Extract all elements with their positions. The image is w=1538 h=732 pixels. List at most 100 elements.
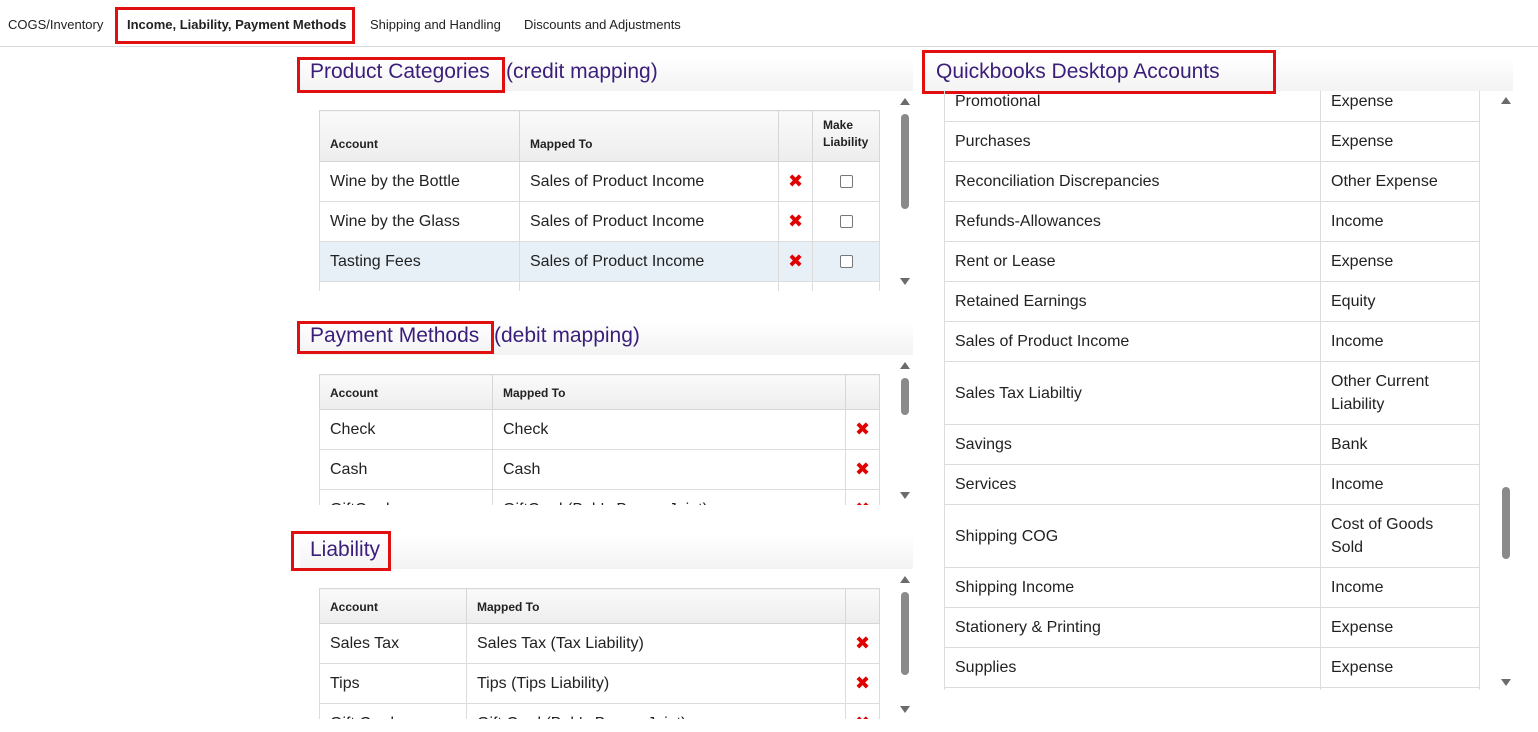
table-row[interactable]: Supplies Expense [944,647,1480,688]
account-type-cell: Income [1320,201,1480,242]
column-header-remove [778,110,813,162]
scroll-up-icon[interactable] [900,576,910,583]
tab-income-liability-payment-methods[interactable]: Income, Liability, Payment Methods [127,0,346,46]
table-row[interactable]: Check Check ✖ [319,409,880,450]
table-row[interactable]: Shipping COG Cost of Goods Sold [944,504,1480,568]
account-type-cell: Expense [1320,607,1480,648]
table-row[interactable] [944,687,1480,690]
column-header-account[interactable]: Account [319,374,493,410]
remove-icon[interactable]: ✖ [855,673,870,693]
table-row[interactable]: Services Income [944,464,1480,505]
table-row[interactable]: Tasting Fees Sales of Product Income ✖ [319,241,880,282]
account-name-cell: Promotional [944,91,1321,122]
column-header-mapped-to[interactable]: Mapped To [492,374,846,410]
product-categories-header: Product Categories (credit mapping) [300,57,913,91]
tab-discounts-and-adjustments[interactable]: Discounts and Adjustments [524,0,681,46]
account-type-cell: Income [1320,464,1480,505]
table-row[interactable]: Stationery & Printing Expense [944,607,1480,648]
mapped-to-cell[interactable]: Check [492,409,846,450]
qb-accounts-header: Quickbooks Desktop Accounts [925,57,1513,91]
remove-icon[interactable]: ✖ [855,499,870,506]
scroll-up-icon[interactable] [900,98,910,105]
scroll-thumb[interactable] [901,378,909,415]
remove-icon[interactable]: ✖ [788,211,803,231]
scroll-thumb[interactable] [901,592,909,675]
table-row[interactable] [319,281,880,291]
table-row[interactable]: Reconciliation Discrepancies Other Expens… [944,161,1480,202]
table-header-row: Account Mapped To Make Liability [319,110,880,162]
product-categories-title: Product Categories [310,60,490,83]
column-header-account[interactable]: Account [319,110,520,162]
table-header-row: Account Mapped To [319,374,880,410]
table-row[interactable]: Wine by the Bottle Sales of Product Inco… [319,161,880,202]
column-header-account[interactable]: Account [319,588,467,624]
account-type-cell: Other Current Liability [1320,361,1480,425]
payment-methods-scrollbar[interactable] [899,362,911,499]
qb-accounts-title: Quickbooks Desktop Accounts [936,60,1220,83]
mapped-to-cell[interactable]: Sales of Product Income [519,161,779,202]
tab-shipping-and-handling[interactable]: Shipping and Handling [370,0,501,46]
column-header-make-liability[interactable]: Make Liability [812,110,880,162]
liability-pane: Account Mapped To Sales Tax Sales Tax (T… [319,588,880,719]
table-row[interactable]: Cash Cash ✖ [319,449,880,490]
account-cell: Gift Card [319,703,467,719]
remove-icon[interactable]: ✖ [855,419,870,439]
product-categories-scrollbar[interactable] [899,98,911,285]
table-row[interactable]: Gift Card Gift Card (Bob's Burger Joint)… [319,703,880,720]
make-liability-checkbox[interactable] [839,254,853,268]
table-row[interactable]: Sales of Product Income Income [944,321,1480,362]
remove-icon[interactable]: ✖ [788,251,803,271]
mapped-to-cell[interactable]: Gift Card (Bob's Burger Joint) [466,703,846,719]
remove-icon[interactable]: ✖ [855,633,870,653]
mapped-to-cell[interactable]: Sales of Product Income [519,241,779,282]
account-type-cell: Expense [1320,91,1480,122]
scroll-down-icon[interactable] [900,706,910,713]
account-cell: Cash [319,449,493,490]
account-name-cell: Supplies [944,647,1321,688]
qb-accounts-scrollbar[interactable] [1500,97,1512,686]
table-row[interactable]: Shipping Income Income [944,567,1480,608]
make-liability-checkbox[interactable] [839,214,853,228]
column-header-mapped-to[interactable]: Mapped To [466,588,846,624]
column-header-mapped-to[interactable]: Mapped To [519,110,779,162]
mapped-to-cell[interactable]: Sales of Product Income [519,201,779,242]
account-name-cell: Shipping Income [944,567,1321,608]
table-row[interactable]: GiftCard GiftCard (Bob's Burger Joint) ✖ [319,489,880,506]
account-cell: Tips [319,663,467,704]
table-header-row: Account Mapped To [319,588,880,624]
scroll-thumb[interactable] [901,114,909,209]
mapped-to-cell[interactable]: GiftCard (Bob's Burger Joint) [492,489,846,505]
scroll-down-icon[interactable] [900,492,910,499]
account-type-cell: Bank [1320,424,1480,465]
make-liability-checkbox[interactable] [839,174,853,188]
mapped-to-cell[interactable]: Tips (Tips Liability) [466,663,846,704]
table-row[interactable]: Purchases Expense [944,121,1480,162]
table-row[interactable]: Sales Tax Liabiltiy Other Current Liabili… [944,361,1480,425]
payment-methods-pane: Account Mapped To Check Check ✖ Cash Cas… [319,374,880,505]
table-row[interactable]: Sales Tax Sales Tax (Tax Liability) ✖ [319,623,880,664]
table-row[interactable]: Savings Bank [944,424,1480,465]
tab-cogs-inventory[interactable]: COGS/Inventory [8,0,103,46]
scroll-up-icon[interactable] [1501,97,1511,104]
table-row[interactable]: Refunds-Allowances Income [944,201,1480,242]
remove-icon[interactable]: ✖ [788,171,803,191]
scroll-up-icon[interactable] [900,362,910,369]
scroll-thumb[interactable] [1502,487,1510,559]
table-row[interactable]: Retained Earnings Equity [944,281,1480,322]
scroll-down-icon[interactable] [1501,679,1511,686]
mapped-to-cell[interactable]: Sales Tax (Tax Liability) [466,623,846,664]
remove-icon[interactable]: ✖ [855,459,870,479]
mapped-to-cell[interactable]: Cash [492,449,846,490]
account-cell: Tasting Fees [319,241,520,282]
remove-icon[interactable]: ✖ [855,713,870,720]
account-name-cell: Rent or Lease [944,241,1321,282]
table-row[interactable]: Tips Tips (Tips Liability) ✖ [319,663,880,704]
table-row[interactable]: Wine by the Glass Sales of Product Incom… [319,201,880,242]
account-type-cell: Expense [1320,647,1480,688]
account-name-cell: Sales of Product Income [944,321,1321,362]
table-row[interactable]: Promotional Expense [944,91,1480,122]
liability-scrollbar[interactable] [899,576,911,713]
scroll-down-icon[interactable] [900,278,910,285]
liability-title: Liability [310,538,381,561]
table-row[interactable]: Rent or Lease Expense [944,241,1480,282]
